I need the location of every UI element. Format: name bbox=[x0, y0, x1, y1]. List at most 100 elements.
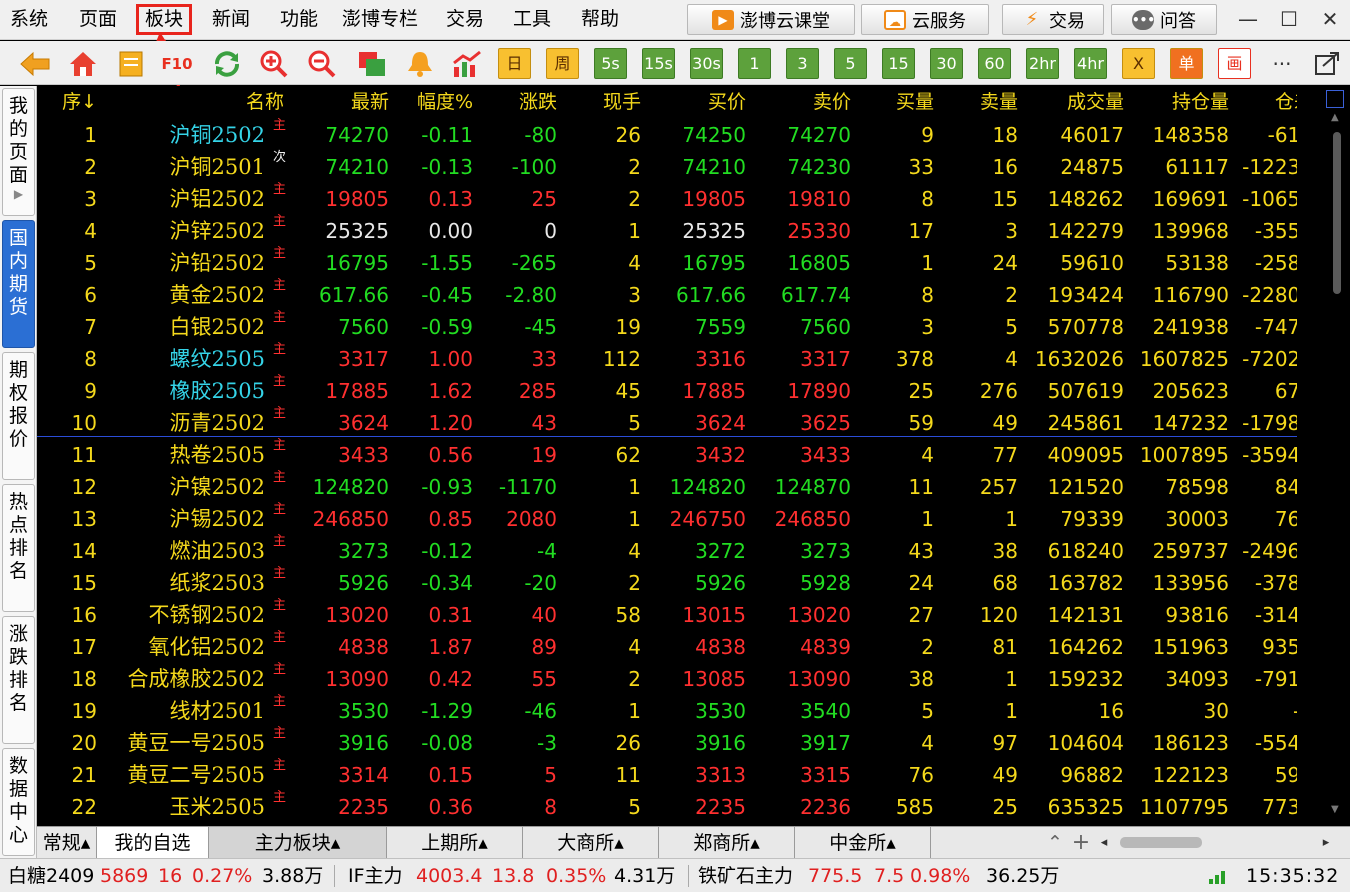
scrollbar-thumb[interactable] bbox=[1333, 132, 1341, 294]
tab-shfe[interactable]: 上期所▴ bbox=[387, 827, 523, 859]
period-30s[interactable]: 30s bbox=[690, 48, 723, 79]
side-tab-data-center[interactable]: 数据中心 bbox=[2, 748, 35, 856]
minimize-button[interactable]: — bbox=[1232, 4, 1264, 34]
row-contract-name[interactable]: 白银2502 bbox=[97, 310, 265, 342]
side-tab-option-quotes[interactable]: 期权报价 bbox=[2, 352, 35, 480]
row-contract-name[interactable]: 螺纹2505 bbox=[97, 342, 265, 374]
row-contract-name[interactable]: 沪镍2502 bbox=[97, 470, 265, 502]
cross-tool-button[interactable]: X bbox=[1122, 48, 1155, 79]
table-row[interactable]: 12 124820 -0.93 -1170 1 124820 124870 11 257 1215… bbox=[37, 470, 1334, 502]
col-header-bid-vol[interactable]: 买量 bbox=[857, 89, 934, 115]
period-5s[interactable]: 5s bbox=[594, 48, 627, 79]
table-row[interactable]: 20 3916 -0.08 -3 26 3916 3917 4 97 104604 186123 -5… bbox=[37, 726, 1334, 758]
chart-trend-icon[interactable] bbox=[450, 47, 484, 81]
period-15min[interactable]: 15 bbox=[882, 48, 915, 79]
column-select-box[interactable] bbox=[1326, 90, 1344, 108]
period-5min[interactable]: 5 bbox=[834, 48, 867, 79]
period-week[interactable]: 周 bbox=[546, 48, 579, 79]
row-contract-name[interactable]: 燃油2503 bbox=[97, 534, 265, 566]
table-row[interactable]: 1 74270 -0.11 -80 26 74250 74270 9 18 46017 148358… bbox=[37, 118, 1334, 150]
row-contract-name[interactable]: 沪铝2502 bbox=[97, 182, 265, 214]
row-contract-name[interactable]: 沪铜2502 bbox=[97, 118, 265, 150]
table-row[interactable]: 6 617.66 -0.45 -2.80 3 617.66 617.74 8 2 193424 11… bbox=[37, 278, 1334, 310]
add-tab-button[interactable]: + bbox=[1068, 827, 1094, 859]
col-header-open-interest[interactable]: 持仓量 bbox=[1129, 89, 1229, 115]
table-row[interactable]: 2 74210 -0.13 -100 2 74210 74230 33 16 24875 61117… bbox=[37, 150, 1334, 182]
alert-bell-icon[interactable] bbox=[403, 47, 437, 81]
row-contract-name[interactable]: 橡胶2505 bbox=[97, 374, 265, 406]
table-row[interactable]: 15 5926 -0.34 -20 2 5926 5928 24 68 163782 133956-… bbox=[37, 566, 1334, 598]
table-row[interactable]: 5 16795 -1.55 -265 4 16795 16805 1 24 59610 53138-… bbox=[37, 246, 1334, 278]
table-row[interactable]: 14 3273 -0.12 -4 4 3272 3273 43 38 618240 259737 -2… bbox=[37, 534, 1334, 566]
period-1min[interactable]: 1 bbox=[738, 48, 771, 79]
period-day[interactable]: 日 bbox=[498, 48, 531, 79]
table-row[interactable]: 7 7560 -0.59 -45 19 7559 7560 3 5 570778 241938 -74… bbox=[37, 310, 1334, 342]
col-header-total-vol[interactable]: 成交量 bbox=[1022, 89, 1124, 115]
row-contract-name[interactable]: 沪铜2501 bbox=[97, 150, 265, 182]
col-header-last[interactable]: 最新 bbox=[309, 89, 389, 115]
row-contract-name[interactable]: 玉米2505 bbox=[97, 790, 265, 822]
order-button[interactable]: 单 bbox=[1170, 48, 1203, 79]
row-contract-name[interactable]: 黄豆一号2505 bbox=[97, 726, 265, 758]
side-tab-domestic-futures[interactable]: 国内期货 bbox=[2, 220, 35, 348]
trade-button[interactable]: ⚡ 交易 bbox=[1002, 4, 1104, 35]
ticker-1-name[interactable]: 白糖2409 bbox=[8, 863, 94, 889]
row-contract-name[interactable]: 沪铅2502 bbox=[97, 246, 265, 278]
table-row[interactable]: 4 25325 0.00 0 1 25325 25330 17 3 142279 139968 -35… bbox=[37, 214, 1334, 246]
table-row[interactable]: 18 13090 0.42 55 2 13085 13090 38 1 159232 34093 -7… bbox=[37, 662, 1334, 694]
export-icon[interactable] bbox=[1310, 47, 1344, 81]
home-icon[interactable] bbox=[66, 47, 100, 81]
more-button[interactable]: ··· bbox=[1265, 47, 1299, 81]
col-header-ask-vol[interactable]: 卖量 bbox=[940, 89, 1018, 115]
row-contract-name[interactable]: 沥青2502 bbox=[97, 406, 265, 438]
zoom-in-icon[interactable] bbox=[257, 47, 291, 81]
zoom-out-icon[interactable] bbox=[305, 47, 339, 81]
note-icon[interactable] bbox=[114, 47, 148, 81]
tab-main-sector[interactable]: 主力板块▴ bbox=[209, 827, 387, 859]
table-row[interactable]: 11 3433 0.56 19 62 3432 3433 4 77 409095 1007895 -3… bbox=[37, 438, 1334, 470]
col-header-name[interactable]: 名称 bbox=[167, 89, 284, 115]
refresh-icon[interactable] bbox=[210, 47, 244, 81]
row-contract-name[interactable]: 沪锡2502 bbox=[97, 502, 265, 534]
table-row[interactable]: 21 3314 0.15 5 11 3313 3315 76 49 96882 122123 590 黄… bbox=[37, 758, 1334, 790]
maximize-button[interactable]: ☐ bbox=[1273, 4, 1305, 34]
scroll-up-arrow-icon[interactable]: ▲ bbox=[1331, 112, 1341, 128]
col-header-bid[interactable]: 买价 bbox=[653, 89, 746, 115]
back-arrow-icon[interactable] bbox=[18, 47, 52, 81]
tab-czce[interactable]: 郑商所▴ bbox=[659, 827, 795, 859]
tab-my-watchlist[interactable]: 我的自选 bbox=[97, 827, 209, 859]
menu-sector[interactable]: 板块 bbox=[136, 4, 193, 35]
cloud-service-button[interactable]: ☁ 云服务 bbox=[861, 4, 989, 35]
table-row[interactable]: 22 2235 0.36 8 5 2235 2236 585 25 635325 1107795 77… bbox=[37, 790, 1334, 822]
menu-trade[interactable]: 交易 bbox=[440, 4, 490, 35]
row-contract-name[interactable]: 纸浆2503 bbox=[97, 566, 265, 598]
tab-dce[interactable]: 大商所▴ bbox=[523, 827, 659, 859]
table-row[interactable]: 9 17885 1.62 285 45 17885 17890 25 276 507619 2056… bbox=[37, 374, 1334, 406]
period-15s[interactable]: 15s bbox=[642, 48, 675, 79]
qa-button[interactable]: ••• 问答 bbox=[1111, 4, 1217, 35]
col-header-ask[interactable]: 卖价 bbox=[758, 89, 851, 115]
row-contract-name[interactable]: 热卷2505 bbox=[97, 438, 265, 470]
menu-news[interactable]: 新闻 bbox=[206, 4, 256, 35]
table-row[interactable]: 8 3317 1.00 33 112 3316 3317 378 4 1632026 1607825… bbox=[37, 342, 1334, 374]
row-contract-name[interactable]: 黄豆二号2505 bbox=[97, 758, 265, 790]
period-60min[interactable]: 60 bbox=[978, 48, 1011, 79]
window-icon[interactable] bbox=[355, 47, 389, 81]
row-contract-name[interactable]: 沪锌2502 bbox=[97, 214, 265, 246]
menu-page[interactable]: 页面 bbox=[73, 4, 123, 35]
side-tab-hot-ranking[interactable]: 热点排名 bbox=[2, 484, 35, 612]
period-3min[interactable]: 3 bbox=[786, 48, 819, 79]
tab-general[interactable]: 常规▴ bbox=[37, 827, 97, 859]
scroll-left-arrow-icon[interactable]: ◂ bbox=[1097, 827, 1111, 859]
draw-button[interactable]: 画 bbox=[1218, 48, 1251, 79]
col-header-pct[interactable]: 幅度% bbox=[391, 89, 473, 115]
col-header-seq[interactable]: 序↓ bbox=[37, 89, 97, 115]
scroll-right-arrow-icon[interactable]: ▸ bbox=[1319, 827, 1333, 859]
row-contract-name[interactable]: 氧化铝2502 bbox=[97, 630, 265, 662]
scroll-down-arrow-icon[interactable]: ▼ bbox=[1331, 804, 1341, 820]
table-row[interactable]: 3 19805 0.13 25 2 19805 19810 8 15 148262 169691 -1… bbox=[37, 182, 1334, 214]
collapse-tabs-button[interactable]: ⌃ bbox=[1042, 827, 1068, 859]
row-contract-name[interactable]: 黄金2502 bbox=[97, 278, 265, 310]
menu-system[interactable]: 系统 bbox=[4, 4, 54, 35]
menu-column[interactable]: 澎博专栏 bbox=[336, 4, 424, 35]
